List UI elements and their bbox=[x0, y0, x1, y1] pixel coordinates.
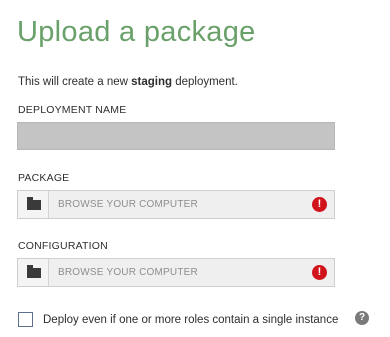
single-instance-label[interactable]: Deploy even if one or more roles contain… bbox=[43, 313, 338, 327]
subtitle-emphasis: staging bbox=[131, 76, 173, 88]
configuration-label: CONFIGURATION bbox=[18, 240, 108, 252]
configuration-file-picker[interactable]: BROWSE YOUR COMPUTER ! bbox=[17, 258, 335, 287]
subtitle-prefix: This will create a new bbox=[18, 76, 132, 88]
package-file-picker[interactable]: BROWSE YOUR COMPUTER ! bbox=[17, 190, 335, 219]
error-icon: ! bbox=[312, 265, 327, 280]
single-instance-checkbox[interactable] bbox=[18, 312, 33, 327]
configuration-browse-button[interactable] bbox=[18, 259, 49, 286]
configuration-placeholder: BROWSE YOUR COMPUTER bbox=[58, 267, 198, 278]
help-icon[interactable]: ? bbox=[355, 311, 369, 325]
deployment-name-label: DEPLOYMENT NAME bbox=[18, 104, 127, 116]
folder-icon bbox=[27, 197, 41, 210]
package-label: PACKAGE bbox=[18, 172, 70, 184]
page-title: Upload a package bbox=[17, 16, 256, 48]
package-browse-button[interactable] bbox=[18, 191, 49, 218]
subtitle-suffix: deployment. bbox=[172, 76, 238, 88]
deployment-name-input[interactable] bbox=[17, 122, 335, 150]
package-placeholder: BROWSE YOUR COMPUTER bbox=[58, 199, 198, 210]
folder-icon bbox=[27, 265, 41, 278]
subtitle: This will create a new staging deploymen… bbox=[18, 75, 238, 89]
error-icon: ! bbox=[312, 197, 327, 212]
